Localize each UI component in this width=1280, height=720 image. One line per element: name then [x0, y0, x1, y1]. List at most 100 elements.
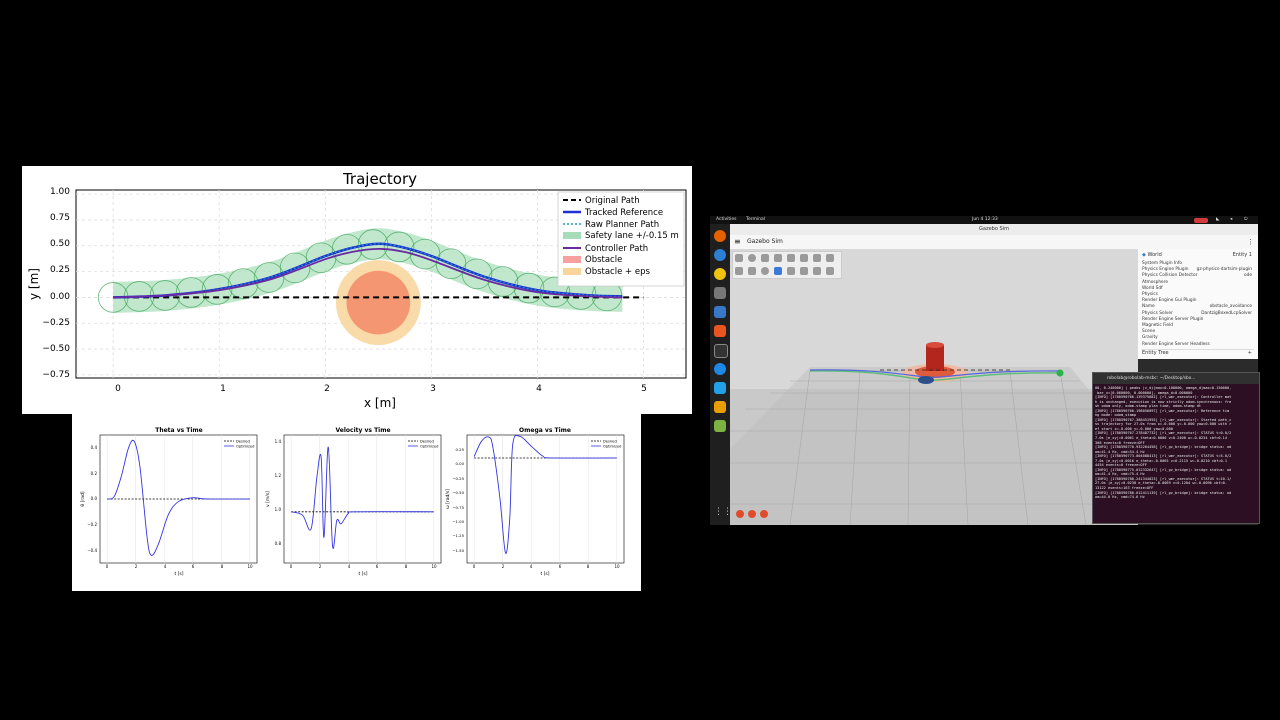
help-icon[interactable]: [714, 363, 726, 375]
trash-icon[interactable]: [714, 420, 726, 432]
x-tick-label: 4: [536, 384, 542, 394]
entity-tree-header[interactable]: Entity Tree +: [1142, 349, 1254, 356]
inspector-row[interactable]: Name obstacle_avoidance: [1142, 304, 1254, 310]
legend-label: Optimized: [236, 445, 254, 449]
trajectory-chart: Trajectory 1.00 0.75 0.50 0.25 0.00 −0.2…: [22, 166, 692, 414]
y-tick-label: −1.25: [452, 533, 464, 538]
inspector-row[interactable]: Magnetic Field: [1142, 323, 1254, 329]
legend-swatch-lane: [563, 232, 581, 239]
screenshot-icon[interactable]: [787, 267, 795, 275]
gazebo-header-title: Gazebo Sim: [747, 238, 783, 245]
translate-icon[interactable]: [748, 267, 756, 275]
inspector-row-label: Physics Collision Detector: [1142, 273, 1198, 279]
app-center-icon[interactable]: [714, 325, 726, 337]
power-icon[interactable]: ⏻: [1244, 216, 1248, 224]
y-tick-label: 0.00: [456, 461, 465, 466]
cylinder-shape-icon[interactable]: [761, 254, 769, 262]
select-icon[interactable]: [735, 267, 743, 275]
inspector-row[interactable]: Render Engine Server Headless: [1142, 342, 1254, 348]
recording-indicator[interactable]: [1194, 217, 1208, 223]
inspector-row-label: World Sdf: [1142, 285, 1163, 291]
capsule-shape-icon[interactable]: [774, 254, 782, 262]
terminal-output[interactable]: 00, 0.240000] | peaks |v_dj|max=0.100000…: [1095, 386, 1257, 520]
y-tick-label: −1.50: [452, 548, 464, 553]
inspector-row[interactable]: World Sdf: [1142, 286, 1254, 292]
inspector-row-label: Render Engine Server Plugin: [1142, 316, 1204, 322]
scene-render[interactable]: [730, 249, 1138, 525]
network-icon[interactable]: ◣: [1216, 216, 1219, 224]
legend-label: Original Path: [585, 196, 640, 206]
hamburger-menu-icon[interactable]: ≡: [734, 235, 741, 249]
directional-light-icon[interactable]: [813, 254, 821, 262]
world-icon: ◆: [1142, 252, 1146, 258]
y-tick-label: −0.75: [42, 370, 70, 380]
firefox-icon[interactable]: [714, 230, 726, 242]
rotate-icon[interactable]: [761, 267, 769, 275]
sphere-shape-icon[interactable]: [748, 254, 756, 262]
legend: Original Path Tracked Reference Raw Plan…: [557, 191, 685, 287]
step-icon[interactable]: [748, 510, 756, 518]
legend-label: Controller Path: [585, 244, 648, 254]
inspector-row[interactable]: Physics Collision Detector ode: [1142, 273, 1254, 279]
add-icon[interactable]: +: [1248, 350, 1252, 356]
inspector-row[interactable]: Scene: [1142, 329, 1254, 335]
more-options-icon[interactable]: ⋮: [1247, 235, 1254, 249]
play-icon[interactable]: [736, 510, 744, 518]
rhythmbox-icon[interactable]: [714, 268, 726, 280]
thunderbird-icon[interactable]: [714, 249, 726, 261]
x-axis-label: t [s]: [358, 571, 367, 577]
terminal-title-bar: robolab@robolab-msbc: ~/Desktop/sbo...: [1093, 373, 1259, 384]
legend-label: Desired: [603, 440, 617, 444]
x-tick-label: 0: [106, 564, 109, 569]
3d-viewport[interactable]: [730, 249, 1138, 525]
x-tick-label: 8: [587, 564, 590, 569]
x-tick-label: 4: [164, 564, 167, 569]
x-tick-label: 10: [614, 564, 620, 569]
x-axis-label: t [s]: [174, 571, 183, 577]
writer-icon[interactable]: [714, 306, 726, 318]
files-icon[interactable]: [714, 287, 726, 299]
inspector-row[interactable]: Atmosphere: [1142, 280, 1254, 286]
copy-icon[interactable]: [813, 267, 821, 275]
inspector-row-label: Scene: [1142, 329, 1156, 335]
ellipsoid-shape-icon[interactable]: [787, 254, 795, 262]
dock: ⋮⋮: [710, 224, 732, 525]
box-shape-icon[interactable]: [735, 254, 743, 262]
terminal-window[interactable]: robolab@robolab-msbc: ~/Desktop/sbo... 0…: [1092, 372, 1260, 524]
y-tick-label: 1.2: [275, 473, 282, 478]
gazebo-icon[interactable]: [714, 401, 726, 413]
inspector-row[interactable]: Render Engine Server Plugin: [1142, 317, 1254, 323]
inspector-row[interactable]: Physics Solver DantzigBoxedLcpSolver: [1142, 311, 1254, 317]
volume-icon[interactable]: ◂: [1230, 216, 1232, 224]
x-tick-label: 8: [405, 564, 408, 569]
toolbar: [732, 251, 842, 279]
reset-icon[interactable]: [760, 510, 768, 518]
inspector-row-label: Render Engine Gui Plugin: [1142, 298, 1197, 304]
terminal-icon[interactable]: [714, 344, 728, 358]
x-tick-label: 2: [502, 564, 505, 569]
inspector-row-value: obstacle_avoidance: [1209, 304, 1252, 310]
x-tick-label: 0: [290, 564, 293, 569]
show-apps-icon[interactable]: ⋮⋮: [714, 506, 732, 518]
legend-label: Optimized: [420, 445, 438, 449]
paste-icon[interactable]: [826, 267, 834, 275]
legend-label: Tracked Reference: [584, 208, 663, 218]
robot[interactable]: [918, 376, 934, 384]
vscode-icon[interactable]: [714, 382, 726, 394]
inspector-row-label: Atmosphere: [1142, 279, 1169, 285]
gazebo-header: ≡ Gazebo Sim ⋮: [730, 235, 1258, 250]
obstacle-top: [926, 342, 944, 348]
clock[interactable]: Jun 4 12:33: [972, 216, 998, 224]
spot-light-icon[interactable]: [826, 254, 834, 262]
inspector-row-label: Gravity: [1142, 335, 1158, 341]
grid-config-icon[interactable]: [774, 267, 782, 275]
y-tick-label: −0.4: [87, 548, 97, 553]
legend-label: Desired: [420, 440, 434, 444]
x-tick-label: 10: [431, 564, 437, 569]
inspector-row[interactable]: Gravity: [1142, 335, 1254, 341]
point-light-icon[interactable]: [800, 254, 808, 262]
camera-icon[interactable]: [800, 267, 808, 275]
grid-area: [730, 367, 1138, 525]
terminal-app-menu[interactable]: Terminal: [746, 216, 765, 224]
activities-button[interactable]: Activities: [716, 216, 737, 224]
